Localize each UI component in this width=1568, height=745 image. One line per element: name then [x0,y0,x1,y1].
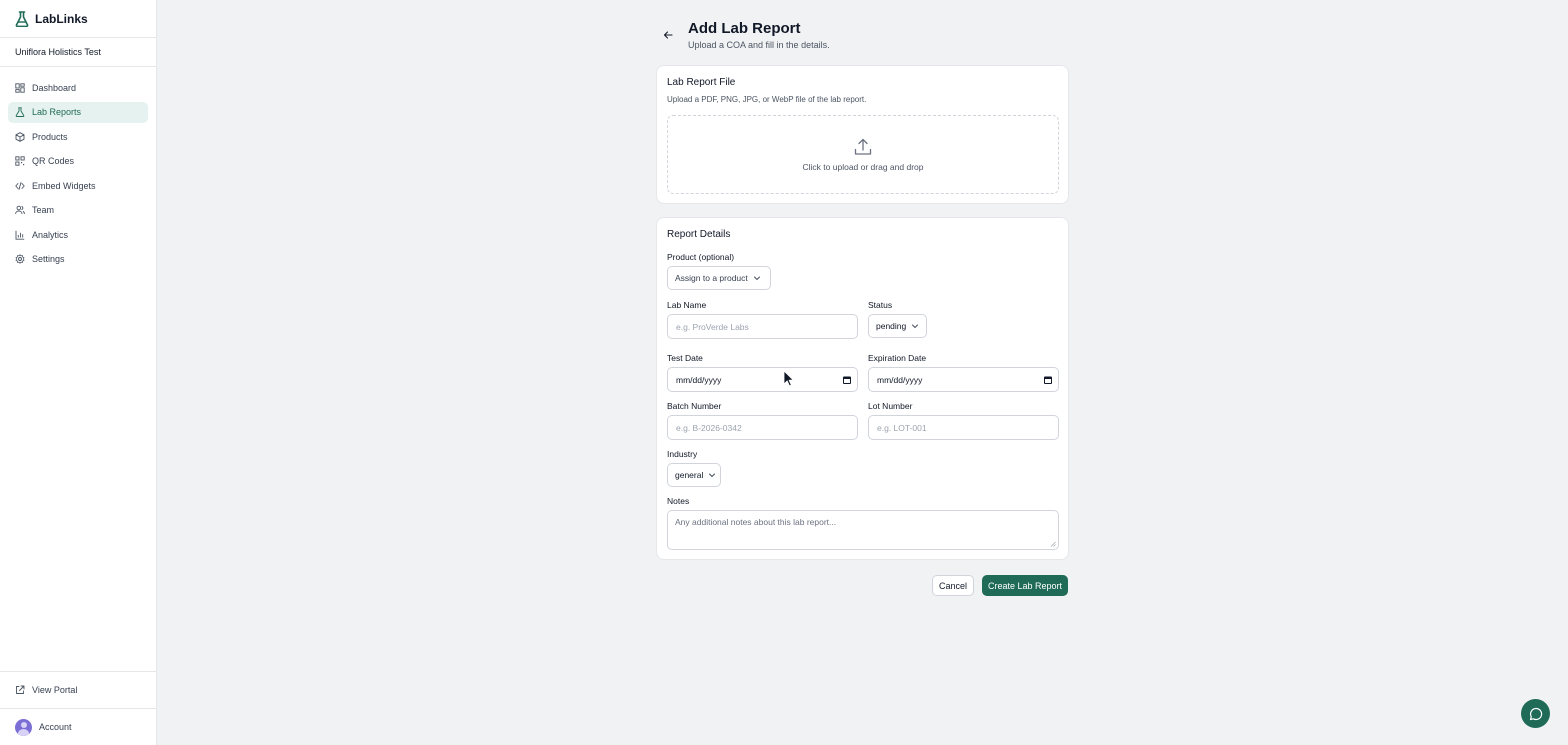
lab-name-label: Lab Name [667,300,707,310]
product-select-value: Assign to a product [675,273,748,283]
mouse-cursor-icon [783,370,794,387]
chat-button[interactable] [1521,699,1550,728]
sidebar-item-qr-codes[interactable]: QR Codes [8,151,148,172]
test-date-label: Test Date [667,353,703,363]
batch-number-placeholder: e.g. B-2026-0342 [676,422,742,433]
test-date-input[interactable]: mm/dd/yyyy [667,367,858,392]
flask-logo-icon [15,10,29,27]
product-select[interactable]: Assign to a product [667,266,771,290]
status-label: Status [868,300,893,310]
sidebar: LabLinks Uniflora Holistics Test Dashboa… [0,0,157,745]
account-link[interactable]: Account [0,708,156,745]
page-title: Add Lab Report [688,20,801,37]
sidebar-nav: Dashboard Lab Reports Products QR Codes … [0,67,156,270]
main-content: Add Lab Report Upload a COA and fill in … [157,0,1568,745]
industry-label: Industry [667,449,698,459]
card-description: Upload a PDF, PNG, JPG, or WebP file of … [667,95,867,104]
chevron-down-icon [911,322,919,330]
lab-name-placeholder: e.g. ProVerde Labs [676,321,749,332]
chevron-down-icon [753,274,761,282]
upload-icon [853,137,873,157]
account-label: Account [39,722,72,732]
lab-report-file-card: Lab Report File Upload a PDF, PNG, JPG, … [656,65,1069,204]
sidebar-item-label: Settings [32,254,65,264]
dashboard-icon [15,82,25,93]
create-lab-report-button[interactable]: Create Lab Report [982,575,1068,596]
batch-number-label: Batch Number [667,401,722,411]
card-title: Lab Report File [667,77,736,88]
sidebar-item-label: Dashboard [32,82,77,93]
dropzone-text: Click to upload or drag and drop [802,162,924,172]
card-title: Report Details [667,229,731,240]
sidebar-item-team[interactable]: Team [8,200,148,221]
users-icon [15,205,25,215]
external-link-icon [15,685,25,695]
gear-icon [15,254,25,264]
brand-name: LabLinks [35,11,88,26]
org-name[interactable]: Uniflora Holistics Test [0,38,156,67]
sidebar-item-label: Products [32,131,68,142]
file-dropzone[interactable]: Click to upload or drag and drop [667,115,1059,194]
chevron-down-icon [708,471,716,479]
flask-icon [15,107,25,117]
cancel-button[interactable]: Cancel [932,575,974,596]
calendar-icon[interactable] [842,375,852,385]
sidebar-footer: View Portal Account [0,671,156,745]
chat-bubble-icon [1529,707,1543,721]
resize-handle-icon[interactable] [1050,541,1056,547]
status-select-value: pending [876,321,907,331]
lot-number-placeholder: e.g. LOT-001 [877,422,927,433]
notes-placeholder: Any additional notes about this lab repo… [675,517,837,527]
calendar-icon[interactable] [1043,375,1053,385]
notes-label: Notes [667,496,690,506]
sidebar-item-settings[interactable]: Settings [8,249,148,270]
sidebar-item-label: Embed Widgets [32,180,96,191]
sidebar-item-embed-widgets[interactable]: Embed Widgets [8,175,148,196]
sidebar-item-label: Lab Reports [32,107,82,117]
product-label: Product (optional) [667,252,735,262]
expiration-date-value: mm/dd/yyyy [877,374,923,385]
view-portal-label: View Portal [32,685,78,695]
sidebar-item-label: Analytics [32,229,69,240]
package-icon [15,131,25,142]
expiration-date-label: Expiration Date [868,353,927,363]
bar-chart-icon [15,230,25,240]
notes-textarea[interactable]: Any additional notes about this lab repo… [667,510,1059,550]
industry-select[interactable]: general [667,463,721,487]
back-arrow-icon[interactable] [662,29,674,41]
avatar [15,718,32,736]
sidebar-item-dashboard[interactable]: Dashboard [8,77,148,98]
sidebar-item-label: QR Codes [32,156,75,166]
report-details-card: Report Details Product (optional) Assign… [656,217,1069,560]
lab-name-input[interactable]: e.g. ProVerde Labs [667,314,858,339]
page-subtitle: Upload a COA and fill in the details. [688,40,830,50]
sidebar-item-analytics[interactable]: Analytics [8,224,148,245]
sidebar-item-label: Team [32,205,55,215]
lot-number-label: Lot Number [868,401,913,411]
industry-select-value: general [675,470,704,480]
test-date-value: mm/dd/yyyy [676,374,722,385]
sidebar-item-lab-reports[interactable]: Lab Reports [8,101,148,123]
batch-number-input[interactable]: e.g. B-2026-0342 [667,415,858,440]
code-icon [15,181,25,191]
expiration-date-input[interactable]: mm/dd/yyyy [868,367,1059,392]
view-portal-link[interactable]: View Portal [0,671,156,708]
lot-number-input[interactable]: e.g. LOT-001 [868,415,1059,440]
qr-code-icon [15,156,25,166]
sidebar-item-products[interactable]: Products [8,126,148,147]
status-select[interactable]: pending [868,314,927,338]
brand[interactable]: LabLinks [0,0,156,38]
